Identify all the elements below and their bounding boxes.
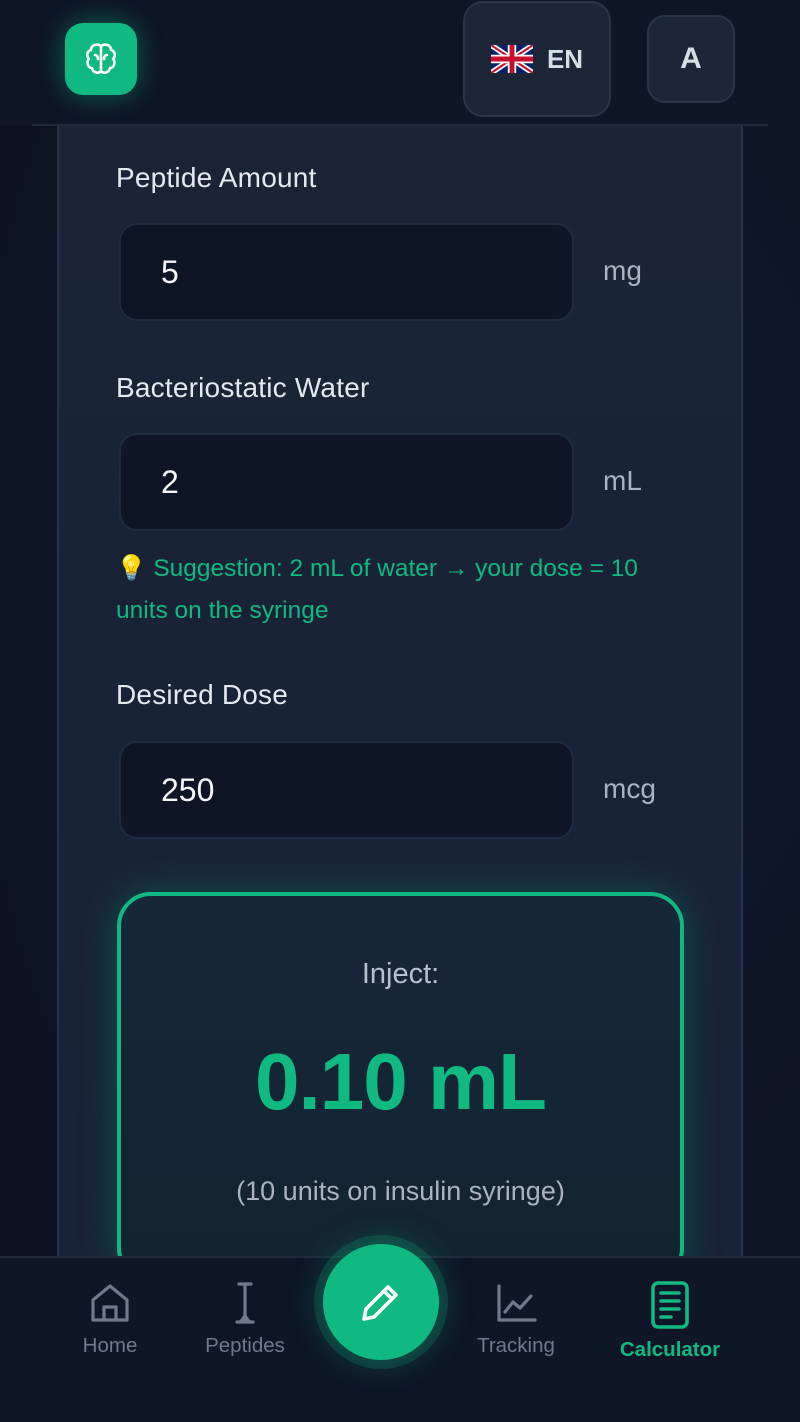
- nav-peptides[interactable]: Peptides: [175, 1280, 315, 1390]
- uk-flag-icon: [490, 45, 533, 73]
- peptide-amount-unit: mg: [603, 255, 642, 286]
- desired-dose-input[interactable]: [119, 741, 574, 839]
- result-note: (10 units on insulin syringe): [236, 1176, 565, 1206]
- calculator-icon: [651, 1281, 689, 1329]
- nav-tracking[interactable]: Tracking: [446, 1280, 586, 1390]
- pencil-icon: [362, 1285, 398, 1321]
- desired-dose-label: Desired Dose: [116, 679, 289, 710]
- desired-dose-unit: mcg: [603, 773, 656, 804]
- result-title: Inject:: [361, 958, 440, 990]
- result-value: 0.10 mL: [255, 1037, 547, 1126]
- avatar-initial: A: [680, 42, 702, 75]
- bottom-navigation: Home Peptides Tracking Calculator: [0, 1244, 800, 1422]
- language-code: EN: [546, 43, 584, 74]
- edit-fab-button[interactable]: [323, 1244, 439, 1360]
- water-label: Bacteriostatic Water: [116, 372, 370, 403]
- nav-home[interactable]: Home: [40, 1280, 180, 1390]
- nav-calculator-label: Calculator: [619, 1338, 721, 1361]
- nav-peptides-label: Peptides: [205, 1334, 285, 1357]
- home-icon: [91, 1284, 129, 1322]
- water-unit: mL: [603, 465, 642, 496]
- avatar[interactable]: A: [647, 15, 735, 103]
- water-input[interactable]: [119, 433, 574, 531]
- peptide-amount-label: Peptide Amount: [116, 162, 317, 193]
- brain-icon: [85, 43, 117, 74]
- language-selector[interactable]: EN: [463, 1, 611, 117]
- nav-home-label: Home: [82, 1334, 138, 1357]
- lightbulb-icon: 💡: [116, 555, 147, 582]
- logo-button[interactable]: [65, 23, 137, 95]
- suggestion-text: 💡 Suggestion: 2 mL of water → your dose …: [116, 548, 696, 632]
- nav-calculator[interactable]: Calculator: [600, 1280, 740, 1390]
- chart-icon: [497, 1284, 537, 1322]
- peptide-amount-input[interactable]: [119, 223, 574, 321]
- result-box: Inject: 0.10 mL (10 units on insulin syr…: [117, 892, 684, 1282]
- syringe-icon: [235, 1282, 255, 1324]
- nav-tracking-label: Tracking: [477, 1334, 555, 1357]
- suggestion-message: Suggestion: 2 mL of water → your dose = …: [116, 555, 638, 624]
